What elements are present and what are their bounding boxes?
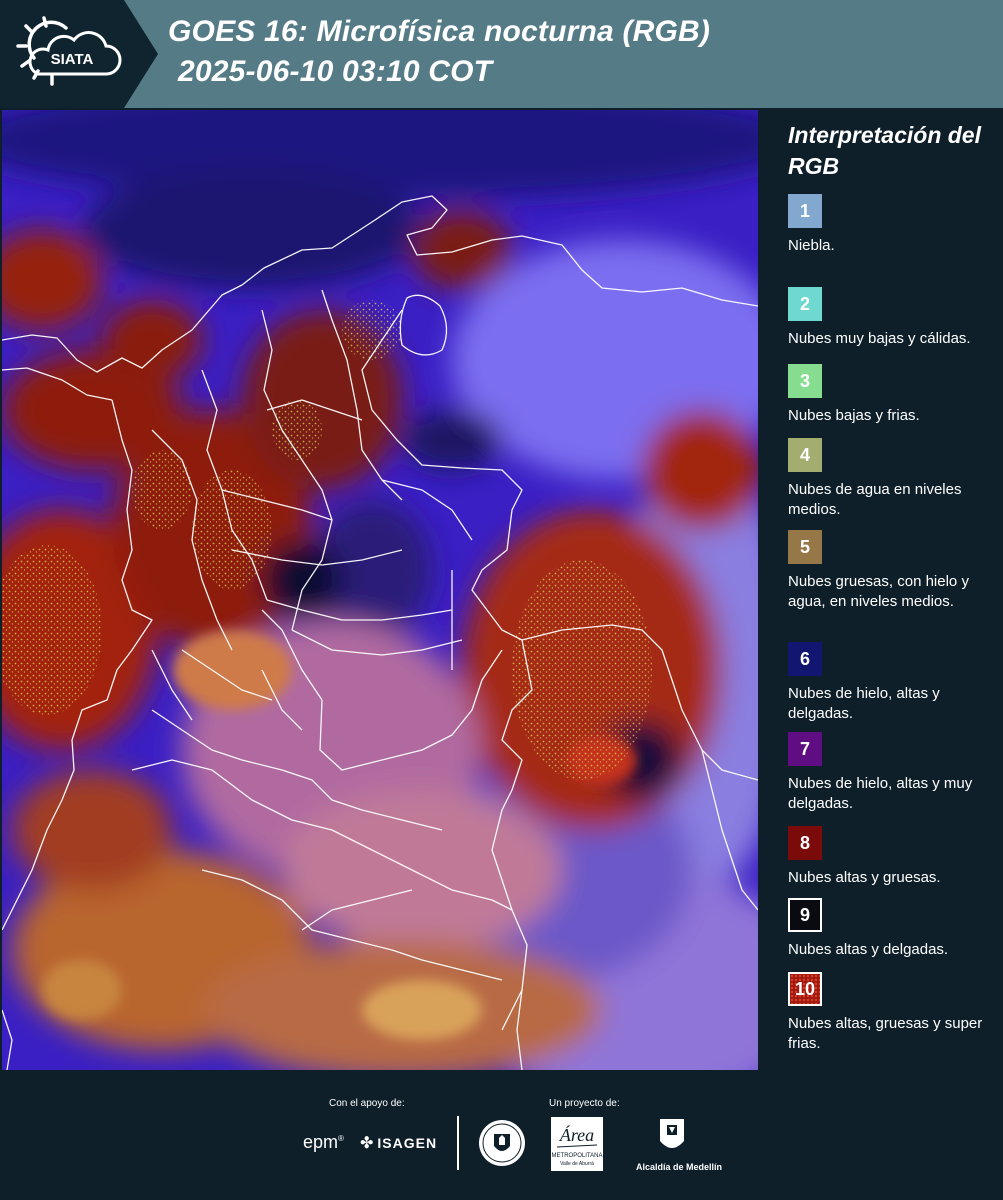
legend-swatch: 8 <box>788 826 822 860</box>
legend-label: Nubes de hielo, altas y delgadas. <box>788 685 940 722</box>
legend-swatch: 7 <box>788 732 822 766</box>
legend-swatch: 10 <box>788 972 822 1006</box>
header-bar: SIATA GOES 16: Microfísica nocturna (RGB… <box>0 0 1003 108</box>
footer-divider <box>457 1116 459 1170</box>
legend-title: Interpretación del RGB <box>788 122 981 179</box>
legend-label: Nubes altas, gruesas y super frias. <box>788 1015 983 1052</box>
legend-item-5: 5 Nubes gruesas, con hielo y agua, en ni… <box>788 530 998 612</box>
legend-item-10: 10 Nubes altas, gruesas y super frias. <box>788 972 998 1054</box>
legend-item-8: 8 Nubes altas y gruesas. <box>788 826 998 888</box>
epm-logo-text: epm <box>303 1132 339 1152</box>
area-logo-subtext-2: Valle de Aburrá <box>560 1161 594 1167</box>
legend-label: Nubes de agua en niveles medios. <box>788 481 962 518</box>
isagen-logo: ✤ ISAGEN <box>360 1133 437 1153</box>
legend-label: Nubes altas y gruesas. <box>788 869 941 886</box>
footer: Con el apoyo de: Un proyecto de: epm® ✤ I… <box>0 1070 1003 1200</box>
legend-label: Nubes de hielo, altas y muy delgadas. <box>788 775 973 812</box>
legend-item-2: 2 Nubes muy bajas y cálidas. <box>788 287 998 349</box>
area-logo-text: Área <box>559 1124 594 1145</box>
alcaldia-shield-icon <box>660 1119 684 1148</box>
medellin-seal-icon <box>479 1120 525 1166</box>
legend-swatch: 4 <box>788 438 822 472</box>
siata-logo-text: SIATA <box>51 51 94 68</box>
timestamp-title: 2025-06-10 03:10 COT <box>178 55 493 88</box>
support-caption: Con el apoyo de: <box>329 1098 405 1109</box>
satellite-map-frame <box>0 110 760 1070</box>
area-metropolitana-logo: Área METROPOLITANA Valle de Aburrá <box>551 1117 603 1171</box>
legend-item-1: 1 Niebla. <box>788 194 998 256</box>
alcaldia-label: Alcaldía de Medellín <box>636 1162 723 1172</box>
satellite-rgb-map <box>2 110 758 1070</box>
legend-swatch: 5 <box>788 530 822 564</box>
project-caption: Un proyecto de: <box>549 1098 620 1109</box>
legend-item-9: 9 Nubes altas y delgadas. <box>788 898 998 960</box>
isagen-mark-icon: ✤ <box>360 1135 375 1152</box>
legend-swatch: 9 <box>788 898 822 932</box>
epm-logo: epm® <box>303 1132 344 1152</box>
legend-item-7: 7 Nubes de hielo, altas y muy delgadas. <box>788 732 998 814</box>
isagen-logo-text: ISAGEN <box>377 1135 438 1151</box>
legend-item-6: 6 Nubes de hielo, altas y delgadas. <box>788 642 998 724</box>
legend-item-3: 3 Nubes bajas y frias. <box>788 364 998 426</box>
siata-logo-icon: SIATA <box>16 16 122 86</box>
page-title: GOES 16: Microfísica nocturna (RGB) <box>168 15 711 48</box>
siata-logo-block: SIATA <box>0 0 158 108</box>
legend-label: Nubes gruesas, con hielo y agua, en nive… <box>788 573 969 610</box>
legend-swatch: 6 <box>788 642 822 676</box>
legend-label: Nubes altas y delgadas. <box>788 941 949 958</box>
legend-swatch: 2 <box>788 287 822 321</box>
alcaldia-medellin-logo: Alcaldía de Medellín <box>636 1117 722 1172</box>
legend-swatch: 1 <box>788 194 822 228</box>
legend-label: Nubes muy bajas y cálidas. <box>788 330 971 347</box>
area-logo-subtext: METROPOLITANA <box>552 1153 603 1159</box>
rgb-legend-panel: Interpretación del RGB 1 Niebla. 2 Nubes… <box>762 110 1003 1070</box>
legend-item-4: 4 Nubes de agua en niveles medios. <box>788 438 998 520</box>
legend-swatch: 3 <box>788 364 822 398</box>
legend-label: Niebla. <box>788 237 835 254</box>
legend-label: Nubes bajas y frias. <box>788 407 920 424</box>
